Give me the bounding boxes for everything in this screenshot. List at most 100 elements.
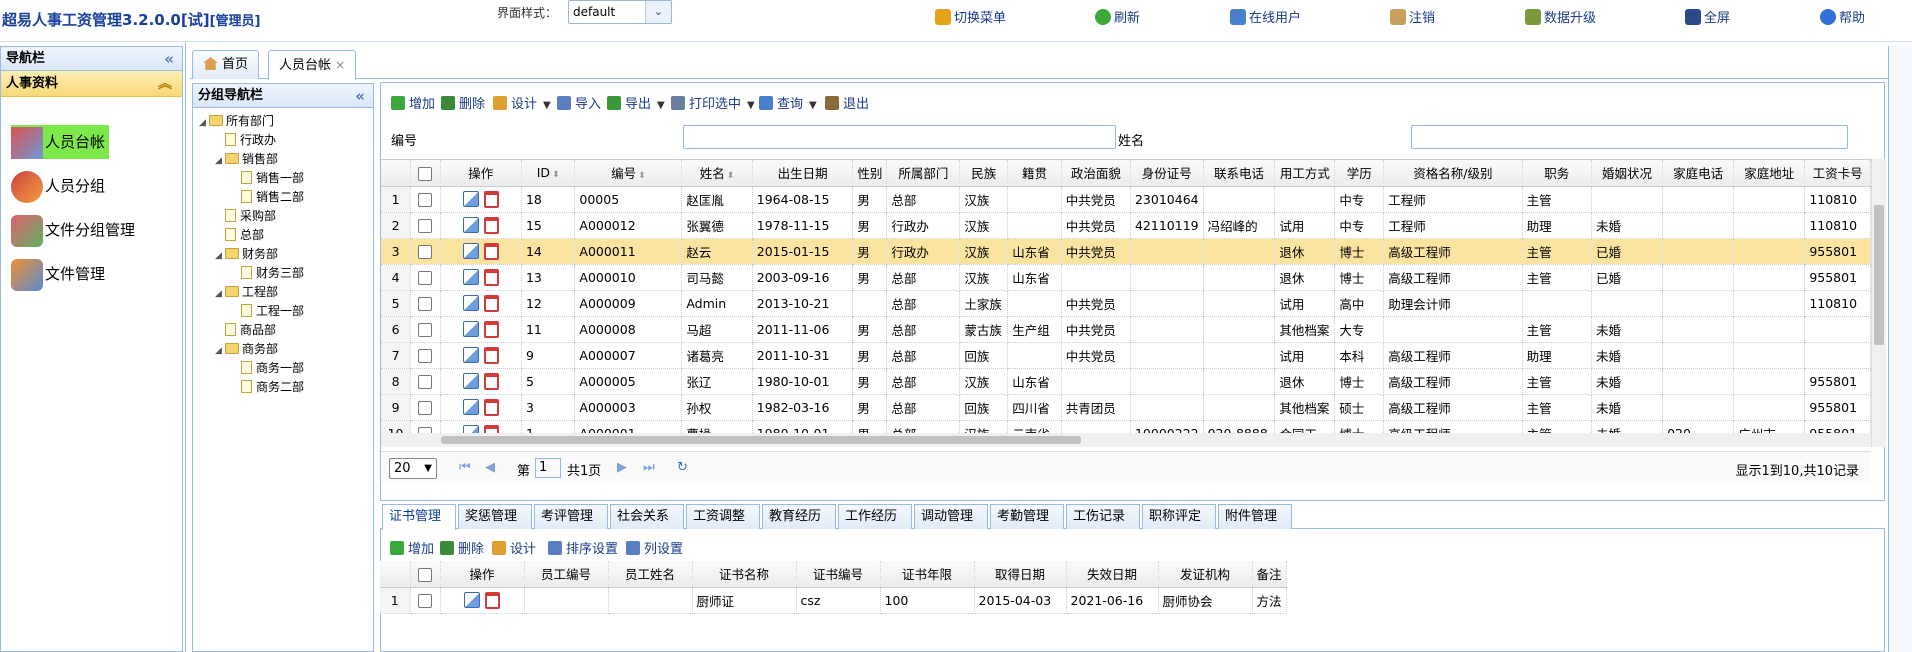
row-select[interactable] xyxy=(410,264,441,291)
tree-node[interactable]: ◢ 所有部门 xyxy=(199,112,274,130)
column-header[interactable]: 备注 xyxy=(1252,561,1287,588)
trash-icon[interactable] xyxy=(485,591,500,609)
column-header[interactable]: 用工方式 xyxy=(1274,160,1336,187)
nav-item-file-manage[interactable]: 文件管理 xyxy=(11,257,105,291)
detail-tab[interactable]: 社会关系 xyxy=(610,504,684,529)
tree-node[interactable]: 商务二部 xyxy=(231,378,304,396)
scroll-thumb[interactable] xyxy=(1874,205,1884,345)
horizontal-scrollbar[interactable] xyxy=(381,433,1871,447)
row-select[interactable] xyxy=(410,238,441,265)
row-checkbox[interactable] xyxy=(418,374,433,389)
column-header[interactable]: 工资卡号 xyxy=(1804,160,1871,187)
column-header[interactable]: 证书编号 xyxy=(796,561,881,588)
edit-icon[interactable] xyxy=(464,592,480,608)
column-header[interactable]: 婚姻状况 xyxy=(1591,160,1664,187)
expand-toggle-icon[interactable]: ◢ xyxy=(199,114,209,132)
detail-tab[interactable]: 考勤管理 xyxy=(990,504,1064,529)
table-row[interactable]: 9 3 A000003 孙权 1982-03-16 男总部 回族 四川省 共青团员 其他档案 硕士高… xyxy=(381,394,1871,421)
row-checkbox[interactable] xyxy=(418,296,433,311)
collapse-left-icon[interactable]: « xyxy=(355,84,365,108)
chevron-down-icon[interactable]: ▼ xyxy=(809,100,817,111)
column-header[interactable]: 取得日期 xyxy=(974,561,1067,588)
nav-section-title[interactable]: 人事资料 ︽ xyxy=(1,71,182,97)
style-select[interactable]: default ⌄ xyxy=(568,0,672,24)
table-row[interactable]: 8 5 A000005 张辽 1980-10-01 男总部 汉族 山东省 退休 博士 高级工程师 主管… xyxy=(381,368,1871,395)
column-header[interactable]: 政治面貌 xyxy=(1061,160,1131,187)
trash-icon[interactable] xyxy=(483,346,499,364)
edit-icon[interactable] xyxy=(462,347,479,363)
column-header[interactable]: 失效日期 xyxy=(1066,561,1159,588)
trash-icon[interactable] xyxy=(483,268,499,286)
next-page-icon[interactable]: ▶ xyxy=(617,460,627,475)
row-checkbox[interactable] xyxy=(418,244,433,259)
table-row[interactable]: 4 13 A000010 司马懿 2003-09-16 男总部 汉族 山东省 退休 博士 高级工程师… xyxy=(381,264,1871,291)
column-header[interactable]: 身份证号 xyxy=(1130,160,1204,187)
column-header[interactable]: 联系电话 xyxy=(1203,160,1276,187)
last-page-icon[interactable]: ⏭ xyxy=(643,460,655,475)
column-header[interactable]: 操作 xyxy=(440,160,522,187)
column-header[interactable]: 操作 xyxy=(440,561,525,588)
add-button[interactable]: 增加 xyxy=(390,538,434,557)
tree-node[interactable]: 财务三部 xyxy=(231,264,304,282)
logout-button[interactable]: 注销 xyxy=(1390,7,1435,26)
trash-icon[interactable] xyxy=(483,398,499,416)
collapse-left-icon[interactable]: « xyxy=(164,47,174,71)
splitter[interactable] xyxy=(185,42,186,652)
column-header[interactable]: 姓名 ⬍ xyxy=(681,160,753,187)
column-header[interactable]: 家庭电话 xyxy=(1662,160,1735,187)
row-select[interactable] xyxy=(410,186,441,213)
tree-node[interactable]: 销售二部 xyxy=(231,188,304,206)
column-header[interactable]: 发证机构 xyxy=(1158,561,1253,588)
select-all-checkbox[interactable] xyxy=(418,166,433,181)
collapse-up-icon[interactable]: ︽ xyxy=(158,71,172,97)
search-number-input[interactable] xyxy=(683,125,1116,149)
vertical-scrollbar[interactable] xyxy=(1871,159,1886,447)
table-row[interactable]: 6 11 A000008 马超 2011-11-06 男总部 蒙古族 生产组 中共党员 其他档案大… xyxy=(381,316,1871,343)
refresh-button[interactable]: 刷新 xyxy=(1095,7,1140,26)
data-upgrade-button[interactable]: 数据升级 xyxy=(1525,7,1596,26)
edit-icon[interactable] xyxy=(462,321,479,337)
prev-page-icon[interactable]: ◀ xyxy=(485,460,495,475)
edit-icon[interactable] xyxy=(462,243,479,259)
design-button[interactable]: 设计 xyxy=(492,538,536,557)
column-header[interactable]: 资格名称/级别 xyxy=(1383,160,1523,187)
column-settings-button[interactable]: 列设置 xyxy=(626,538,683,557)
tab-people-ledger[interactable]: 人员台帐 × xyxy=(268,50,357,80)
online-users-button[interactable]: 在线用户 xyxy=(1230,7,1301,26)
detail-tab[interactable]: 证书管理 xyxy=(382,504,456,530)
row-select[interactable] xyxy=(410,587,441,614)
edit-icon[interactable] xyxy=(462,269,479,285)
tab-home[interactable]: 首页 xyxy=(192,50,260,79)
first-page-icon[interactable]: ⏮ xyxy=(459,460,471,475)
detail-tab[interactable]: 工资调整 xyxy=(686,504,760,529)
chevron-down-icon[interactable]: ▼ xyxy=(657,100,665,111)
switch-menu-button[interactable]: 切换菜单 xyxy=(935,7,1006,26)
detail-tab[interactable]: 奖惩管理 xyxy=(458,504,532,529)
table-row[interactable]: 7 9 A000007 诸葛亮 2011-10-31 男总部 回族 中共党员 试用 本科 高级工程师… xyxy=(381,342,1871,369)
table-row[interactable]: 1 厨师证 csz 100 2015-04-03 2021-06-16 厨师协会 方法 xyxy=(380,587,1287,614)
table-row[interactable]: 3 14 A000011 赵云 2015-01-15 男行政办 汉族 山东省 中共党员 退休 博士高… xyxy=(381,238,1871,265)
column-header[interactable]: 证书年限 xyxy=(880,561,975,588)
nav-item-people-ledger[interactable]: 人员台帐 xyxy=(11,125,110,159)
trash-icon[interactable] xyxy=(483,242,499,260)
column-header[interactable]: 编号 ⬍ xyxy=(574,160,683,187)
east-panel-collapsed[interactable] xyxy=(1888,46,1912,652)
column-header[interactable]: 民族 xyxy=(959,160,1009,187)
row-checkbox[interactable] xyxy=(418,192,433,207)
tree-node[interactable]: ◢ 工程部 xyxy=(215,283,278,301)
search-name-input[interactable] xyxy=(1411,125,1848,149)
delete-button[interactable]: 删除 xyxy=(440,538,484,557)
expand-toggle-icon[interactable]: ◢ xyxy=(215,152,225,170)
tree-node[interactable]: ◢ 销售部 xyxy=(215,150,278,168)
page-number-input[interactable]: 1 xyxy=(535,458,561,478)
export-button[interactable]: 导出 ▼ xyxy=(607,93,665,112)
detail-tab[interactable]: 工作经历 xyxy=(838,504,912,529)
row-checkbox[interactable] xyxy=(418,218,433,233)
scroll-thumb[interactable] xyxy=(441,436,1081,444)
column-header[interactable]: 籍贯 xyxy=(1007,160,1062,187)
tree-node[interactable]: ◢ 商务部 xyxy=(215,340,278,358)
select-all-checkbox[interactable] xyxy=(418,567,432,582)
expand-toggle-icon[interactable]: ◢ xyxy=(215,247,225,265)
detail-tab[interactable]: 工伤记录 xyxy=(1066,504,1140,529)
tree-node[interactable]: 商品部 xyxy=(215,321,276,339)
